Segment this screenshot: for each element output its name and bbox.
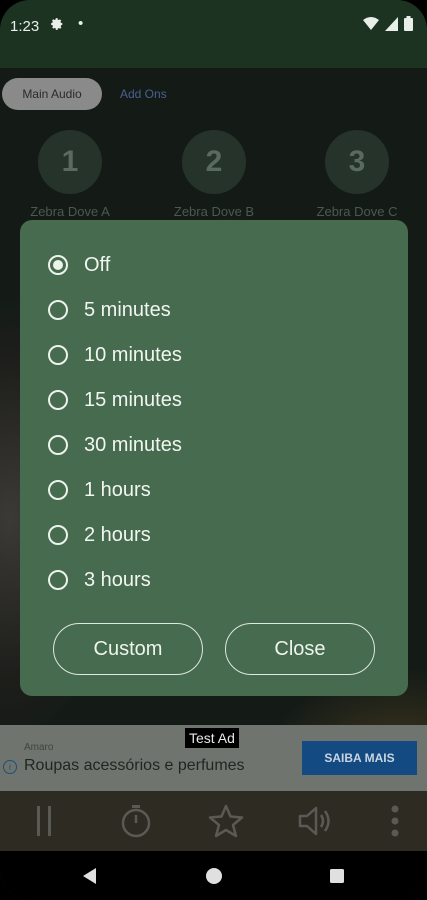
ad-title[interactable]: Roupas acessórios e perfumes [24, 757, 245, 775]
sound-slot-2[interactable]: 2 Zebra Dove B [149, 130, 279, 219]
option-label: Off [84, 253, 111, 276]
sound-number-badge: 1 [38, 130, 102, 194]
option-label: 15 minutes [84, 388, 182, 411]
status-time: 1:23 [10, 18, 40, 35]
more-vert-icon[interactable] [375, 801, 415, 841]
ad-info-icon[interactable]: i [3, 760, 17, 774]
volume-icon[interactable] [296, 801, 336, 841]
wifi-icon [363, 16, 379, 36]
star-icon[interactable] [206, 801, 246, 841]
tab-main-audio[interactable]: Main Audio [2, 78, 102, 110]
bottom-toolbar [0, 791, 427, 851]
sound-slot-3[interactable]: 3 Zebra Dove C [292, 130, 422, 219]
phone-screen: 1:23 • Main Audio Add Ons 1 Zebra Dove A… [0, 0, 427, 900]
ad-brand: Amaro [24, 742, 54, 753]
radio-icon[interactable] [48, 300, 68, 320]
navigation-bar [0, 851, 427, 900]
option-label: 2 hours [84, 523, 151, 546]
sound-label: Zebra Dove B [173, 204, 255, 219]
close-button[interactable]: Close [225, 623, 375, 675]
timer-option-2-hours[interactable]: 2 hours [48, 520, 151, 550]
recents-icon[interactable] [326, 865, 348, 887]
radio-icon[interactable] [48, 480, 68, 500]
timer-option-off[interactable]: Off [48, 250, 110, 280]
sound-number-badge: 2 [182, 130, 246, 194]
pause-icon[interactable] [25, 801, 65, 841]
tab-add-ons[interactable]: Add Ons [112, 78, 175, 110]
option-label: 3 hours [84, 568, 151, 591]
sound-slot-1[interactable]: 1 Zebra Dove A [5, 130, 135, 219]
sound-number-badge: 3 [325, 130, 389, 194]
option-label: 1 hours [84, 478, 151, 501]
custom-button[interactable]: Custom [53, 623, 203, 675]
timer-option-15-minutes[interactable]: 15 minutes [48, 385, 182, 415]
radio-icon[interactable] [48, 435, 68, 455]
battery-icon [404, 16, 413, 36]
option-label: 5 minutes [84, 298, 171, 321]
home-icon[interactable] [203, 865, 225, 887]
timer-option-10-minutes[interactable]: 10 minutes [48, 340, 182, 370]
option-label: 10 minutes [84, 343, 182, 366]
radio-icon[interactable] [48, 525, 68, 545]
timer-option-30-minutes[interactable]: 30 minutes [48, 430, 182, 460]
radio-icon[interactable] [48, 390, 68, 410]
status-bar: 1:23 • [0, 0, 427, 68]
sound-label: Zebra Dove A [30, 204, 110, 219]
radio-icon[interactable] [48, 345, 68, 365]
timer-icon[interactable] [116, 801, 156, 841]
notification-dot-icon: • [78, 15, 84, 32]
timer-option-1-hours[interactable]: 1 hours [48, 475, 151, 505]
settings-gear-icon [50, 17, 64, 35]
radio-checked-icon[interactable] [48, 255, 68, 275]
back-icon[interactable] [79, 865, 101, 887]
sound-label: Zebra Dove C [316, 204, 398, 219]
timer-option-5-minutes[interactable]: 5 minutes [48, 295, 171, 325]
ad-cta-button[interactable]: SAIBA MAIS [302, 741, 417, 775]
signal-icon [385, 16, 398, 36]
option-label: 30 minutes [84, 433, 182, 456]
timer-option-3-hours[interactable]: 3 hours [48, 565, 151, 595]
timer-dialog: Off 5 minutes 10 minutes 15 minutes 30 m… [20, 220, 408, 696]
test-ad-tag: Test Ad [185, 728, 239, 748]
status-icons [363, 16, 413, 36]
radio-icon[interactable] [48, 570, 68, 590]
